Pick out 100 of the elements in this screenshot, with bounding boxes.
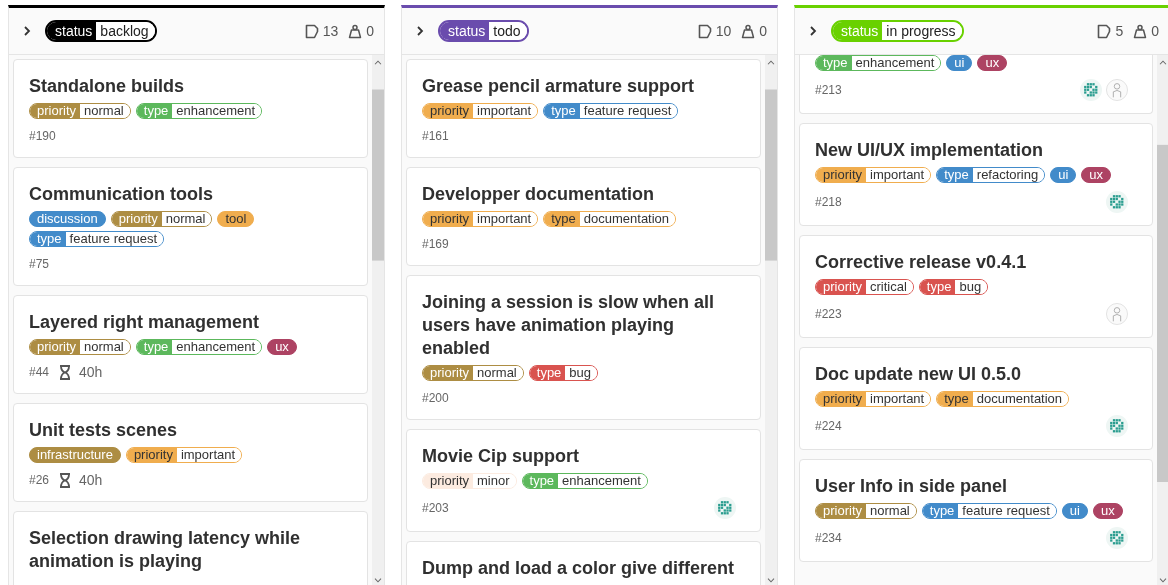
scoped-label[interactable]: type enhancement bbox=[521, 473, 648, 489]
issue-card[interactable]: New UI/UX implementation priority important type refactoring ui ux #218 bbox=[799, 123, 1153, 226]
issue-title: Corrective release v0.4.1 bbox=[815, 251, 1028, 274]
scoped-label[interactable]: priority normal bbox=[29, 103, 131, 119]
issue-number: #44 bbox=[29, 365, 50, 379]
issue-title: Unit tests scenes bbox=[29, 419, 179, 442]
issue-card[interactable]: User Info in side panel priority normal type feature request ui ux #234 bbox=[799, 459, 1153, 562]
issue-number: #224 bbox=[815, 419, 842, 433]
issue-card[interactable]: Corrective release v0.4.1 priority critical type bug #223 bbox=[799, 235, 1153, 338]
issue-title: Communication tools bbox=[29, 183, 214, 206]
issue-number: #203 bbox=[422, 501, 449, 515]
scoped-label[interactable]: priority minor bbox=[422, 473, 517, 489]
issue-number: #223 bbox=[815, 307, 842, 321]
issues-icon bbox=[304, 23, 319, 39]
scoped-label[interactable]: priority normal bbox=[422, 365, 524, 381]
issue-card[interactable]: Layered right management priority normal type enhancement ux #44 40h bbox=[13, 295, 368, 394]
issue-number: #213 bbox=[815, 83, 842, 97]
issue-title: Layered right management bbox=[29, 311, 261, 334]
issue-count: 10 bbox=[715, 23, 732, 39]
issue-number: #218 bbox=[815, 195, 842, 209]
hourglass-icon bbox=[59, 364, 72, 380]
status-label: status backlog bbox=[45, 20, 157, 42]
label[interactable]: ui bbox=[946, 55, 973, 71]
label[interactable]: ux bbox=[1092, 503, 1123, 519]
issue-number: #26 bbox=[29, 473, 50, 487]
label[interactable]: ux bbox=[267, 339, 297, 355]
scoped-label[interactable]: type enhancement bbox=[815, 55, 942, 71]
issue-card[interactable]: type enhancement ui ux #213 bbox=[799, 55, 1153, 114]
scoped-label[interactable]: priority critical bbox=[815, 279, 914, 295]
time-estimate: 40h bbox=[79, 364, 103, 380]
avatar-pattern-icon bbox=[1106, 415, 1128, 437]
issue-card[interactable]: Movie Cip support priority minor type enhancement #203 bbox=[406, 429, 761, 532]
chevron-icon[interactable] bbox=[416, 25, 424, 37]
label[interactable]: ui bbox=[1061, 503, 1088, 519]
scoped-label[interactable]: priority important bbox=[422, 103, 539, 119]
avatar-pattern-icon bbox=[1106, 527, 1128, 549]
issue-card[interactable]: Dump and load a color give different bbox=[406, 541, 761, 585]
scoped-label[interactable]: type feature request bbox=[29, 231, 165, 247]
scoped-label[interactable]: type feature request bbox=[543, 103, 679, 119]
issue-number: #234 bbox=[815, 531, 842, 545]
label[interactable]: ui bbox=[1050, 167, 1077, 183]
issue-title: Dump and load a color give different bbox=[422, 557, 736, 580]
issue-title: Standalone builds bbox=[29, 75, 185, 98]
issue-title: New UI/UX implementation bbox=[815, 139, 1045, 162]
issue-card[interactable]: Standalone builds priority normal type enhancement #190 bbox=[13, 59, 368, 158]
time-estimate: 40h bbox=[79, 472, 103, 488]
issue-count: 5 bbox=[1115, 23, 1124, 39]
label[interactable]: discussion bbox=[29, 211, 106, 227]
label[interactable]: ux bbox=[977, 55, 1008, 71]
issue-card[interactable]: Unit tests scenes infrastructure priority important #26 40h bbox=[13, 403, 368, 502]
status-label: status todo bbox=[438, 20, 529, 42]
weight-count: 0 bbox=[1151, 23, 1159, 39]
issue-card[interactable]: Communication tools discussion priority normal tool type feature request #75 bbox=[13, 167, 368, 286]
issue-card[interactable]: Doc update new UI 0.5.0 priority important type documentation #224 bbox=[799, 347, 1153, 450]
scoped-label[interactable]: type enhancement bbox=[135, 339, 263, 355]
issue-title: Selection drawing latency while animation is playing bbox=[29, 527, 302, 573]
weight-count: 0 bbox=[759, 23, 767, 39]
scoped-label[interactable]: type documentation bbox=[936, 391, 1070, 407]
scoped-label[interactable]: type bug bbox=[528, 365, 599, 381]
status-label: status in progress bbox=[831, 20, 964, 42]
avatar-pattern-icon bbox=[1080, 79, 1102, 101]
scoped-label[interactable]: type documentation bbox=[543, 211, 677, 227]
scoped-label[interactable]: priority normal bbox=[110, 211, 213, 227]
weight-icon bbox=[741, 23, 756, 39]
scoped-label[interactable]: type feature request bbox=[921, 503, 1057, 519]
avatar-silhouette-icon bbox=[1106, 79, 1128, 101]
issues-icon bbox=[1097, 23, 1112, 39]
issue-card[interactable]: Joining a session is slow when all users have animation playing enabled priority normal type bug #200 bbox=[406, 275, 761, 420]
scoped-label[interactable]: priority important bbox=[422, 211, 539, 227]
issue-number: #161 bbox=[422, 129, 449, 143]
label[interactable]: tool bbox=[217, 211, 255, 227]
issue-title: Joining a session is slow when all users have animation playing enabled bbox=[422, 291, 716, 360]
issue-title: Doc update new UI 0.5.0 bbox=[815, 363, 1023, 386]
chevron-icon[interactable] bbox=[809, 25, 817, 37]
scoped-label[interactable]: priority important bbox=[815, 391, 932, 407]
issue-card[interactable]: Selection drawing latency while animation is playing bbox=[13, 511, 368, 585]
scoped-label[interactable]: priority normal bbox=[815, 503, 917, 519]
scoped-label[interactable]: type bug bbox=[918, 279, 989, 295]
weight-icon bbox=[348, 23, 363, 39]
issue-count: 13 bbox=[322, 23, 339, 39]
scoped-label[interactable]: priority important bbox=[815, 167, 932, 183]
scoped-label[interactable]: type refactoring bbox=[936, 167, 1046, 183]
hourglass-icon bbox=[59, 472, 72, 488]
avatar-pattern-icon bbox=[1106, 191, 1128, 213]
scoped-label[interactable]: priority important bbox=[125, 447, 243, 463]
scoped-label[interactable]: priority normal bbox=[29, 339, 131, 355]
issue-number: #169 bbox=[422, 237, 449, 251]
label[interactable]: ux bbox=[1081, 167, 1112, 183]
issue-title: Developper documentation bbox=[422, 183, 656, 206]
issue-card[interactable]: Developper documentation priority important type documentation #169 bbox=[406, 167, 761, 266]
issue-number: #190 bbox=[29, 129, 56, 143]
issue-card[interactable]: Grease pencil armature support priority important type feature request #161 bbox=[406, 59, 761, 158]
issue-number: #200 bbox=[422, 391, 449, 405]
weight-count: 0 bbox=[366, 23, 374, 39]
weight-icon bbox=[1133, 23, 1148, 39]
chevron-icon[interactable] bbox=[23, 25, 31, 37]
scoped-label[interactable]: type enhancement bbox=[135, 103, 263, 119]
avatar-pattern-icon bbox=[714, 497, 736, 519]
issues-icon bbox=[697, 23, 712, 39]
issue-title: Grease pencil armature support bbox=[422, 75, 696, 98]
